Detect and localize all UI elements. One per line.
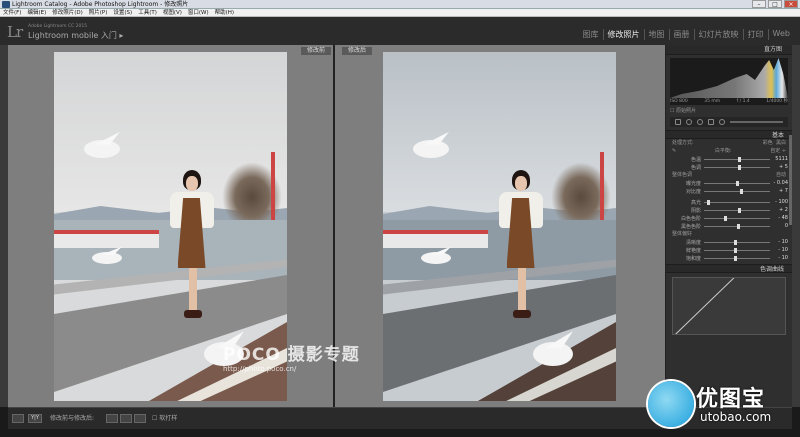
crop-icon[interactable]	[675, 119, 681, 125]
menu-bar: 文件(F) 编辑(E) 修改照片(D) 照片(P) 设置(S) 工具(T) 视图…	[0, 9, 800, 17]
menu-photo[interactable]: 照片(P)	[86, 9, 111, 17]
lr-logo: Lr	[7, 23, 23, 41]
loupe-view-button[interactable]	[12, 414, 24, 423]
copy-before-button[interactable]	[106, 414, 118, 423]
slider-blacks[interactable]: 黑色色阶 0	[666, 222, 792, 230]
treatment-bw[interactable]: 黑白	[776, 140, 786, 146]
before-after-label: 修改前与修改后:	[50, 415, 95, 422]
auto-tone-button[interactable]: 自动	[776, 171, 786, 179]
presence-row: 整体偏好	[672, 231, 693, 237]
treatment-color[interactable]: 彩色	[763, 140, 773, 146]
maximize-button[interactable]: □	[768, 0, 782, 8]
tone-curve[interactable]	[672, 277, 786, 335]
menu-develop[interactable]: 修改照片(D)	[49, 9, 86, 17]
bird-logo-icon	[648, 381, 694, 427]
right-panel-edge[interactable]	[792, 45, 800, 407]
tone-curve-header[interactable]: 色调曲线	[666, 264, 792, 273]
close-button[interactable]: ×	[784, 0, 798, 8]
menu-edit[interactable]: 编辑(E)	[24, 9, 49, 17]
histogram[interactable]	[670, 58, 788, 98]
utobao-logo: 优图宝 utobao.com	[644, 375, 800, 437]
copy-after-button[interactable]	[120, 414, 132, 423]
portrait-subject	[164, 170, 224, 320]
module-picker: 图库 修改照片 地图 画册 幻灯片放映 打印 Web	[579, 29, 794, 40]
slider-saturation[interactable]: 饱和度 - 10	[666, 254, 792, 262]
slider-contrast[interactable]: 对比度 + 7	[666, 187, 792, 195]
identity-plate-version: Adobe Lightroom CC 2015	[28, 24, 88, 29]
poco-watermark: POCO 摄影专题 http://photo.poco.cn/	[223, 345, 360, 373]
menu-window[interactable]: 窗口(W)	[185, 9, 212, 17]
white-balance-select[interactable]: 自定 ÷	[770, 147, 786, 155]
menu-file[interactable]: 文件(F)	[0, 9, 24, 17]
module-map[interactable]: 地图	[645, 29, 670, 40]
title-bar: Lightroom Catalog - Adobe Photoshop Ligh…	[0, 0, 800, 9]
spot-removal-icon[interactable]	[686, 119, 692, 125]
window-title: Lightroom Catalog - Adobe Photoshop Ligh…	[12, 1, 189, 8]
slider-whites[interactable]: 白色色阶 - 48	[666, 214, 792, 222]
tone-row: 整体色调 自动	[672, 171, 786, 179]
slider-highlights[interactable]: 高光 - 100	[666, 198, 792, 206]
eyedropper-icon[interactable]: ✎	[672, 147, 676, 155]
slider-tint[interactable]: 色调 + 5	[666, 163, 792, 171]
menu-help[interactable]: 帮助(H)	[212, 9, 237, 17]
right-panel: 直方图 ISO 800 35 mm f / 1.4 1/4000 秒 ☐ 原始照片 基…	[665, 45, 792, 407]
original-photo-toggle[interactable]: ☐ 原始照片	[670, 107, 788, 114]
after-photo[interactable]	[383, 52, 616, 401]
red-eye-icon[interactable]	[697, 119, 703, 125]
before-label: 修改前	[300, 47, 331, 55]
radial-filter-icon[interactable]	[719, 119, 725, 125]
module-library[interactable]: 图库	[579, 29, 604, 40]
module-slideshow[interactable]: 幻灯片放映	[695, 29, 744, 40]
tool-strip	[670, 117, 788, 127]
graduated-filter-icon[interactable]	[708, 119, 714, 125]
identity-plate[interactable]: Lightroom mobile 入门 ▸	[28, 30, 123, 41]
module-develop[interactable]: 修改照片	[604, 29, 645, 40]
basic-section-header[interactable]: 基本	[666, 130, 792, 139]
histogram-header[interactable]: 直方图	[666, 45, 792, 55]
portrait-subject	[493, 170, 553, 320]
slider-clarity[interactable]: 清晰度 - 10	[666, 238, 792, 246]
histogram-exif: ISO 800 35 mm f / 1.4 1/4000 秒	[670, 98, 788, 105]
after-label: 修改后	[342, 47, 373, 55]
before-after-view-button[interactable]: Y|Y	[28, 414, 42, 423]
menu-tools[interactable]: 工具(T)	[135, 9, 160, 17]
slider-temp[interactable]: 色温 5111	[666, 155, 792, 163]
menu-settings[interactable]: 设置(S)	[110, 9, 135, 17]
module-book[interactable]: 画册	[670, 29, 695, 40]
left-panel-collapsed[interactable]	[0, 45, 8, 407]
minimize-button[interactable]: –	[752, 0, 766, 8]
swap-settings-button[interactable]	[134, 414, 146, 423]
after-pane: 修改后	[335, 45, 665, 407]
treatment-row: 处理方式: 彩色 黑白	[672, 140, 786, 146]
module-web[interactable]: Web	[769, 29, 794, 40]
slider-shadows[interactable]: 阴影 + 2	[666, 206, 792, 214]
before-after-view: 修改前 修改后 POCO 摄影专题 http://photo.poco.cn/	[8, 45, 665, 407]
white-balance-row: ✎ 白平衡: 自定 ÷	[672, 147, 786, 155]
slider-exposure[interactable]: 曝光度 - 0.04	[666, 179, 792, 187]
menu-view[interactable]: 视图(V)	[160, 9, 185, 17]
adjustment-brush-slider[interactable]	[730, 121, 783, 123]
identity-header: Lr Adobe Lightroom CC 2015 Lightroom mob…	[0, 17, 800, 45]
soft-proofing-toggle[interactable]: ☐ 软打样	[152, 414, 177, 423]
slider-vibrance[interactable]: 鲜艳度 - 10	[666, 246, 792, 254]
module-print[interactable]: 打印	[744, 29, 769, 40]
lightroom-app-icon	[2, 1, 10, 8]
